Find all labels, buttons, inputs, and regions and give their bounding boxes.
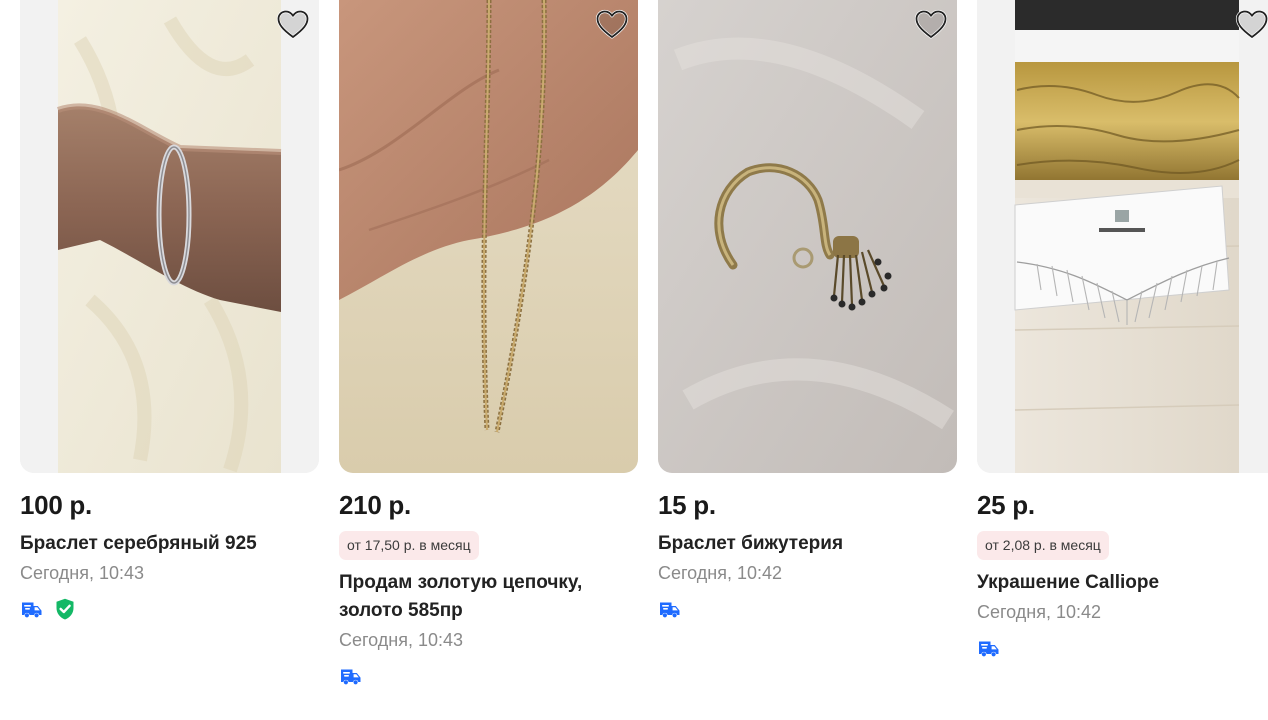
listing-photo[interactable] <box>658 0 957 473</box>
verified-shield-icon <box>53 597 77 621</box>
necklace-photo-image <box>977 0 1268 473</box>
listing-title-link[interactable]: Продам золотую цепочку, золото 585пр <box>339 569 638 625</box>
chain-photo-image <box>339 0 638 473</box>
installment-badge: от 17,50 р. в месяц <box>339 531 479 560</box>
listing-grid: 100 р. Браслет серебряный 925 Сегодня, 1… <box>20 0 1268 720</box>
listing-card[interactable]: 25 р. от 2,08 р. в месяц Украшение Calli… <box>977 0 1268 660</box>
listing-title-link[interactable]: Украшение Calliope <box>977 569 1268 597</box>
favorite-heart-icon[interactable] <box>914 8 948 42</box>
favorite-heart-icon[interactable] <box>1235 8 1268 42</box>
delivery-truck-icon <box>339 664 363 688</box>
listing-date: Сегодня, 10:43 <box>339 630 464 650</box>
listing-price: 15 р. <box>658 490 716 520</box>
listing-card[interactable]: 210 р. от 17,50 р. в месяц Продам золоту… <box>339 0 638 688</box>
listing-badges <box>339 664 638 688</box>
delivery-truck-icon <box>658 597 682 621</box>
favorite-heart-icon[interactable] <box>595 8 629 42</box>
listing-date: Сегодня, 10:42 <box>658 563 783 583</box>
listing-date: Сегодня, 10:43 <box>20 563 145 583</box>
listing-badges <box>658 597 957 621</box>
listing-title-link[interactable]: Браслет серебряный 925 <box>20 530 319 558</box>
listing-card[interactable]: 100 р. Браслет серебряный 925 Сегодня, 1… <box>20 0 319 621</box>
listing-price: 25 р. <box>977 490 1035 520</box>
favorite-heart-icon[interactable] <box>276 8 310 42</box>
listing-photo[interactable] <box>20 0 319 473</box>
listing-badges <box>977 636 1268 660</box>
listing-card[interactable]: 15 р. Браслет бижутерия Сегодня, 10:42 <box>658 0 957 621</box>
listing-price: 100 р. <box>20 490 92 520</box>
delivery-truck-icon <box>20 597 44 621</box>
listing-date: Сегодня, 10:42 <box>977 602 1102 622</box>
delivery-truck-icon <box>977 636 1001 660</box>
bracelet-tassel-photo-image <box>658 0 957 473</box>
listing-photo[interactable] <box>977 0 1268 473</box>
listing-price: 210 р. <box>339 490 411 520</box>
listing-photo[interactable] <box>339 0 638 473</box>
installment-badge: от 2,08 р. в месяц <box>977 531 1109 560</box>
listing-badges <box>20 597 319 621</box>
bracelet-photo-image <box>20 0 319 473</box>
listing-title-link[interactable]: Браслет бижутерия <box>658 530 957 558</box>
